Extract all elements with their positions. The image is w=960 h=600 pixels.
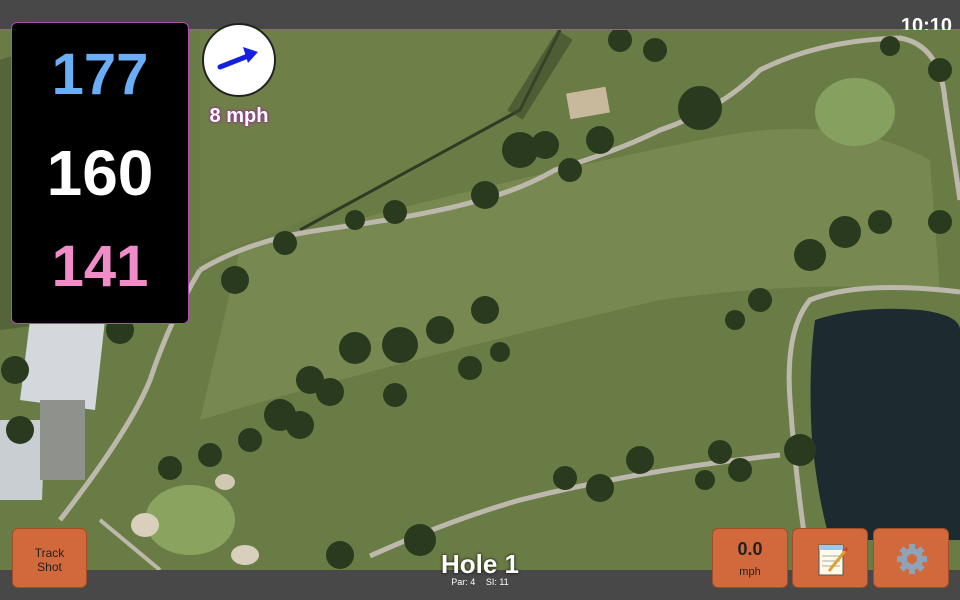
notepad-icon	[818, 544, 849, 576]
wind-speed-button[interactable]: 0.0 mph	[712, 528, 788, 588]
hole-title: Hole 1	[440, 549, 520, 579]
track-shot-label-line2: Shot	[37, 560, 62, 574]
stroke-index-label: SI: 11	[485, 577, 509, 587]
settings-button[interactable]	[873, 528, 949, 588]
track-shot-button[interactable]: Track Shot	[12, 528, 87, 588]
track-shot-label-line1: Track	[34, 546, 65, 560]
wind-speed-value: 0.0	[737, 539, 763, 559]
scorecard-button[interactable]	[792, 528, 868, 588]
wind-direction-dial	[202, 23, 276, 97]
gear-icon	[897, 544, 927, 574]
arrow-icon	[217, 47, 258, 70]
hole-info: Par: 4 SI: 11	[380, 577, 580, 587]
distance-back: 177	[51, 42, 149, 107]
distance-front: 141	[51, 234, 149, 299]
par-label: Par: 4	[451, 577, 476, 587]
distance-panel: 177 160 141	[11, 22, 189, 324]
wind-speed-unit: mph	[739, 566, 761, 578]
wind-speed-label: 8 mph	[209, 105, 269, 127]
distance-middle: 160	[46, 137, 154, 209]
